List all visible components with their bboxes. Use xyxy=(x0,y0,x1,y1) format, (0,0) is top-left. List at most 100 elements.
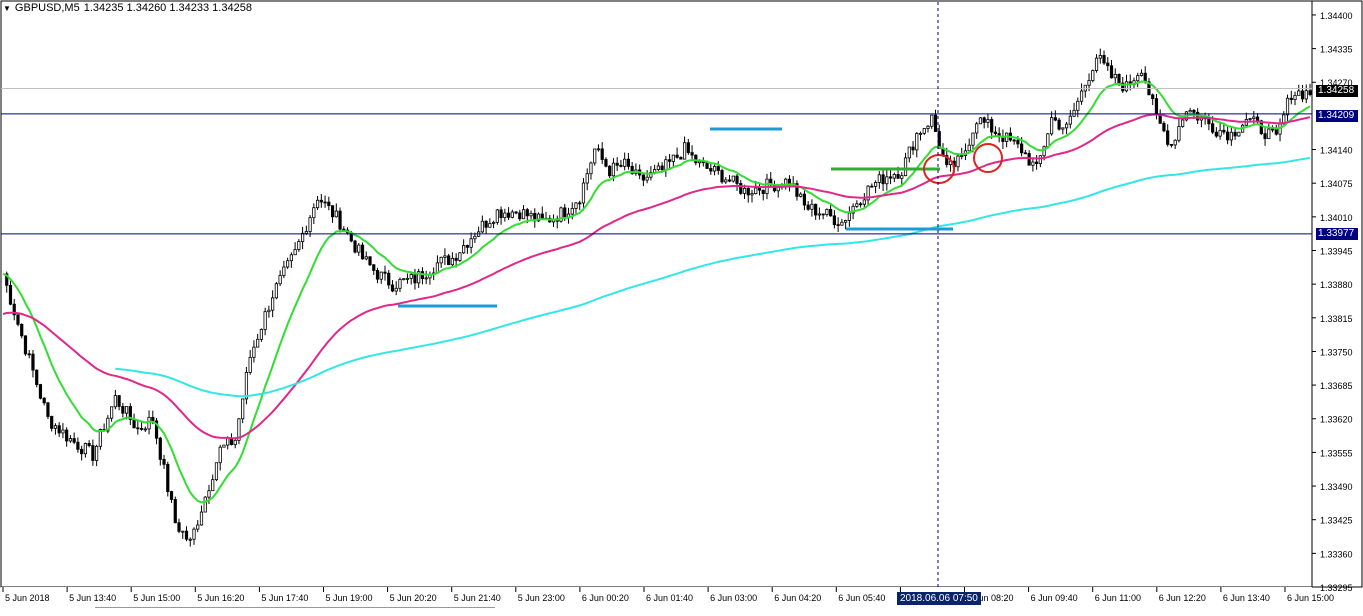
candle xyxy=(626,152,631,170)
candle xyxy=(750,189,754,203)
candle xyxy=(1274,124,1278,136)
time-tick-label: 5 Jun 19:00 xyxy=(326,593,373,603)
candle xyxy=(405,273,410,284)
candle xyxy=(267,305,271,318)
candle xyxy=(76,437,80,453)
annotations-layer xyxy=(398,127,1003,308)
candle xyxy=(50,415,54,432)
time-tick-label: 6 Jun 12:20 xyxy=(1159,593,1206,603)
candle xyxy=(596,144,601,152)
candle xyxy=(559,206,563,223)
candle xyxy=(877,171,881,189)
candle xyxy=(31,349,35,378)
candle xyxy=(443,248,447,265)
candle xyxy=(967,138,971,152)
candle xyxy=(1064,121,1069,135)
candle xyxy=(484,220,488,234)
candle xyxy=(1226,126,1230,145)
candle xyxy=(117,395,121,411)
candle xyxy=(709,162,713,175)
candles-layer xyxy=(5,48,1312,547)
candle xyxy=(1136,72,1140,88)
candle xyxy=(679,156,683,160)
candle xyxy=(724,177,728,184)
price-tick-label: 1.33490 xyxy=(1320,482,1353,492)
candle xyxy=(42,397,46,406)
candle xyxy=(143,426,147,432)
price-tick-label: 1.34010 xyxy=(1320,213,1353,223)
candle xyxy=(503,208,507,222)
candle xyxy=(402,278,406,281)
candle xyxy=(278,270,282,287)
price-tick-label: 1.33750 xyxy=(1320,347,1353,357)
candle xyxy=(1263,127,1267,146)
candle xyxy=(930,114,934,129)
time-tick-label: 5 Jun 17:40 xyxy=(261,593,308,603)
price-tick-label: 1.33815 xyxy=(1320,314,1353,324)
candle xyxy=(338,207,342,233)
ohlc-values: 1.34235 1.34260 1.34233 1.34258 xyxy=(83,2,252,14)
price-tick-label: 1.34335 xyxy=(1320,45,1353,55)
chart-window[interactable]: 1.34400 1.34335 1.34270 1.34140 1.34075 1.340… xyxy=(0,0,1363,615)
candle xyxy=(12,298,16,321)
candle xyxy=(739,180,743,195)
price-tick-label: 1.33360 xyxy=(1320,549,1353,559)
candle xyxy=(35,369,39,388)
candle xyxy=(514,211,518,215)
candle xyxy=(199,505,204,526)
candle xyxy=(641,174,645,187)
candle xyxy=(907,146,911,163)
candle xyxy=(95,444,99,467)
candle xyxy=(1151,93,1155,106)
candle xyxy=(963,143,968,161)
price-tick-label: 1.34400 xyxy=(1320,11,1353,21)
candle xyxy=(72,432,76,445)
candle xyxy=(360,242,365,260)
candle xyxy=(1188,107,1192,113)
candle xyxy=(357,242,361,256)
candle xyxy=(327,196,331,211)
candle xyxy=(113,389,117,410)
candle xyxy=(892,172,896,183)
time-tick-label: 6 Jun 09:40 xyxy=(1031,593,1078,603)
price-tick-label: 1.34140 xyxy=(1320,146,1353,156)
candle xyxy=(353,239,357,254)
time-tick-label: 6 Jun 13:40 xyxy=(1223,593,1270,603)
candle xyxy=(1297,84,1301,96)
candle xyxy=(1049,111,1054,136)
candle xyxy=(1248,117,1252,122)
upper-line-price-label: 1.34209 xyxy=(1316,110,1358,122)
candle xyxy=(387,270,391,289)
candle xyxy=(383,265,387,281)
candle xyxy=(975,121,979,139)
candle xyxy=(566,207,571,224)
candle xyxy=(840,218,844,226)
candle xyxy=(1255,113,1260,125)
candle xyxy=(885,170,889,191)
candle xyxy=(256,333,260,348)
candle xyxy=(68,434,73,443)
candle xyxy=(297,239,301,252)
candle xyxy=(619,159,623,168)
candle xyxy=(634,163,638,176)
candle xyxy=(128,403,132,425)
chevron-down-icon[interactable]: ▼ xyxy=(3,4,11,13)
candle xyxy=(1173,139,1177,149)
price-chart[interactable]: 1.344001.343351.342701.341401.340751.340… xyxy=(0,0,1363,615)
candle xyxy=(286,257,290,269)
candle xyxy=(1012,138,1016,145)
candle xyxy=(259,328,264,342)
candle xyxy=(787,175,792,192)
candle xyxy=(817,207,822,220)
candle xyxy=(1237,131,1241,137)
candle xyxy=(795,180,799,201)
candle xyxy=(1304,84,1308,104)
candle xyxy=(1181,119,1185,128)
candle xyxy=(761,189,765,201)
candle xyxy=(394,281,398,296)
candle xyxy=(866,185,870,206)
candle xyxy=(233,438,237,449)
time-tick-label: 5 Jun 20:20 xyxy=(390,593,437,603)
time-tick-label: 6 Jun 15:00 xyxy=(1287,593,1334,603)
candle xyxy=(510,209,514,219)
